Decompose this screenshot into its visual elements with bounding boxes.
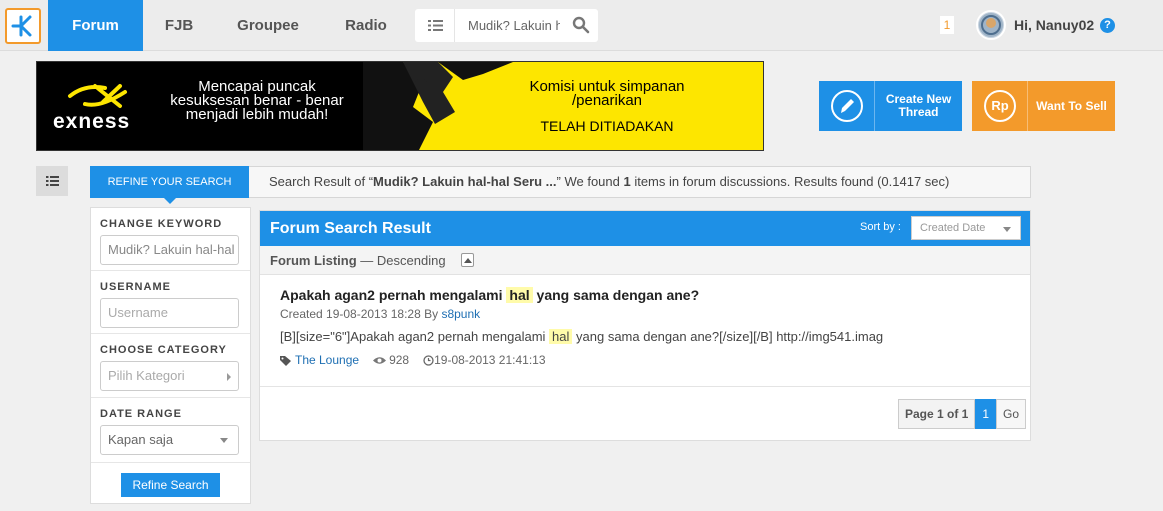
- chevron-right-icon: [227, 373, 231, 381]
- author-link[interactable]: s8punk: [441, 307, 480, 321]
- notification-badge[interactable]: 1: [940, 16, 954, 34]
- divider: [260, 386, 1030, 387]
- pencil-icon: [819, 81, 875, 131]
- search-input[interactable]: Mudik? Lakuin h: [468, 9, 560, 42]
- snippet-text-end: yang sama dengan ane?[/size][/B] http://…: [572, 329, 884, 344]
- date-heading: DATE RANGE: [100, 408, 182, 420]
- kaskus-logo-icon[interactable]: [5, 8, 41, 44]
- category-heading: CHOOSE CATEGORY: [100, 344, 227, 356]
- create-thread-button[interactable]: Create New Thread: [819, 81, 962, 131]
- banner-left-text: Mencapai puncak kesuksesan benar - benar…: [170, 78, 344, 123]
- clock-icon: [423, 354, 434, 366]
- sort-label: Sort by :: [860, 221, 901, 233]
- page-of-label: Page 1 of 1: [898, 399, 976, 429]
- user-greeting[interactable]: Hi, Nanuy02: [1014, 0, 1094, 51]
- date-section: DATE RANGE Kapan saja: [91, 398, 250, 463]
- sidebar-toggle-icon[interactable]: [36, 166, 68, 196]
- collapse-icon[interactable]: [461, 253, 474, 267]
- rupiah-text: Rp: [991, 98, 1009, 113]
- thread-footer: The Lounge 928 19-08-2013 21:41:13: [280, 353, 546, 367]
- view-count: 928: [389, 353, 410, 367]
- thread-meta: Created 19-08-2013 18:28 By s8punk: [280, 307, 480, 321]
- snippet-highlight: hal: [549, 329, 573, 344]
- tab-refine-search[interactable]: REFINE YOUR SEARCH: [90, 166, 249, 204]
- result-count: 1: [623, 174, 631, 189]
- page-button-current[interactable]: 1: [975, 399, 997, 429]
- keyword-section: CHANGE KEYWORD Mudik? Lakuin hal-hal: [91, 208, 250, 271]
- keyword-heading: CHANGE KEYWORD: [100, 218, 223, 230]
- pagination: Page 1 of 1 1 Go: [898, 399, 1027, 429]
- chevron-down-icon: [1003, 227, 1011, 232]
- title-text-end: yang sama dengan ane?: [532, 287, 700, 303]
- forum-search-result-panel: Forum Search Result Sort by : Created Da…: [259, 210, 1031, 441]
- ad-banner[interactable]: exness Mencapai puncak kesuksesan benar …: [36, 61, 764, 151]
- created-text: Created 19-08-2013 18:28 By: [280, 307, 442, 321]
- list-item: Apakah agan2 pernah mengalami hal yang s…: [260, 276, 1030, 386]
- keyword-input[interactable]: Mudik? Lakuin hal-hal: [100, 235, 239, 265]
- avatar[interactable]: [976, 10, 1006, 40]
- tab-groupee[interactable]: Groupee: [228, 0, 308, 51]
- result-prefix: Search Result of “: [269, 174, 374, 189]
- rupiah-icon: Rp: [972, 81, 1028, 131]
- username-heading: USERNAME: [100, 281, 171, 293]
- create-thread-label: Create New Thread: [885, 92, 952, 119]
- sort-select[interactable]: Created Date: [911, 216, 1021, 240]
- category-section: CHOOSE CATEGORY Pilih Kategori: [91, 334, 250, 398]
- list-menu-icon[interactable]: [415, 9, 455, 42]
- tab-forum[interactable]: Forum: [48, 0, 143, 51]
- sort-value: Created Date: [920, 222, 986, 234]
- page-title: Forum Search Result: [270, 220, 431, 237]
- date-range-select[interactable]: Kapan saja: [100, 425, 239, 455]
- search-result-summary: Search Result of “Mudik? Lakuin hal-hal …: [249, 166, 1031, 198]
- result-suffix: items in forum discussions. Results foun…: [630, 174, 950, 189]
- snippet-text: [B][size="6"]Apakah agan2 pernah mengala…: [280, 329, 550, 344]
- tab-fjb[interactable]: FJB: [148, 0, 210, 51]
- search-icon[interactable]: [572, 16, 590, 39]
- help-icon[interactable]: ?: [1100, 18, 1115, 33]
- category-select[interactable]: Pilih Kategori: [100, 361, 239, 391]
- banner-brand: exness: [53, 110, 131, 133]
- eye-icon: [373, 356, 387, 364]
- thread-snippet: [B][size="6"]Apakah agan2 pernah mengala…: [280, 329, 883, 344]
- refine-sidebar: CHANGE KEYWORD Mudik? Lakuin hal-hal USE…: [90, 207, 251, 504]
- date-range-value: Kapan saja: [108, 432, 174, 447]
- title-highlight: hal: [506, 287, 533, 303]
- forum-listing-bar: Forum Listing — Descending: [260, 246, 1030, 275]
- result-mid: ” We found: [556, 174, 624, 189]
- listing-order: — Descending: [356, 253, 446, 268]
- banner-right-text-2: TELAH DITIADAKAN: [540, 118, 674, 134]
- last-post-time: 19-08-2013 21:41:13: [434, 353, 546, 367]
- want-to-sell-button[interactable]: Rp Want To Sell: [972, 81, 1115, 131]
- username-section: USERNAME Username: [91, 271, 250, 334]
- top-navbar: Forum FJB Groupee Radio Mudik? Lakuin h …: [0, 0, 1163, 51]
- result-query: Mudik? Lakuin hal-hal Seru ...: [373, 174, 557, 189]
- category-placeholder: Pilih Kategori: [108, 368, 185, 383]
- banner-right-text: Komisi untuk simpanan /penarikan: [529, 78, 685, 109]
- go-button[interactable]: Go: [996, 399, 1027, 429]
- listing-label: Forum Listing: [270, 253, 357, 268]
- category-link[interactable]: The Lounge: [295, 353, 359, 367]
- exness-logo-icon: [68, 84, 127, 108]
- search-box: Mudik? Lakuin h: [415, 9, 598, 42]
- tag-icon: [280, 355, 291, 366]
- tab-radio[interactable]: Radio: [334, 0, 398, 51]
- chevron-down-icon: [220, 438, 228, 443]
- refine-search-button[interactable]: Refine Search: [121, 473, 220, 497]
- title-text: Apakah agan2 pernah mengalami: [280, 287, 507, 303]
- result-header: Forum Search Result Sort by : Created Da…: [260, 211, 1030, 246]
- thread-title[interactable]: Apakah agan2 pernah mengalami hal yang s…: [280, 287, 699, 303]
- username-input[interactable]: Username: [100, 298, 239, 328]
- want-to-sell-label: Want To Sell: [1036, 98, 1107, 113]
